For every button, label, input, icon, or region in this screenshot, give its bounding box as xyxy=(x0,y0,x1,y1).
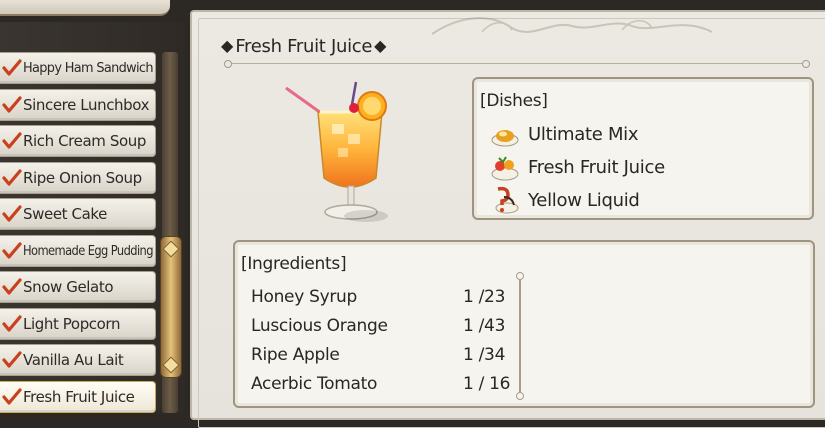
recipe-list-item[interactable]: Vanilla Au Lait xyxy=(0,344,156,376)
recipe-list-item-label: Vanilla Au Lait xyxy=(23,351,124,369)
ingredient-row: Honey Syrup 1 /23 xyxy=(251,287,511,313)
title-divider xyxy=(224,60,810,68)
recipe-list-item[interactable]: Sincere Lunchbox xyxy=(0,88,156,121)
ingredient-name: Honey Syrup xyxy=(251,287,357,307)
title-diamond-left-icon: ◆ xyxy=(221,38,234,55)
recipe-list-item[interactable]: Homemade Egg Pudding xyxy=(0,234,156,267)
recipe-list-item-label: Sincere Lunchbox xyxy=(23,95,150,114)
recipe-list-item[interactable]: Happy Ham Sandwich xyxy=(0,52,156,84)
recipe-list-scrollbar-thumb[interactable] xyxy=(160,236,182,378)
checkmark-icon xyxy=(2,278,22,295)
recipe-list-item[interactable]: Sweet Cake xyxy=(0,198,156,230)
top-banner xyxy=(0,0,170,16)
ingredient-row: Acerbic Tomato 1 / 16 xyxy=(251,374,511,400)
ingredient-name: Acerbic Tomato xyxy=(251,374,378,394)
recipe-title-text: Fresh Fruit Juice xyxy=(235,35,373,57)
golden-dish-icon xyxy=(491,130,519,147)
dishes-box: [Dishes] Ultimate Mix Fresh Fruit Juice … xyxy=(472,77,814,220)
checkmark-icon xyxy=(2,168,22,186)
ingredient-name: Ripe Apple xyxy=(251,345,340,365)
recipe-list-item[interactable]: Snow Gelato xyxy=(0,271,156,303)
recipe-list-item-label: Fresh Fruit Juice xyxy=(23,387,135,406)
ingredient-row: Ripe Apple 1 /34 xyxy=(251,345,511,371)
ingredient-count: 1 /43 xyxy=(463,316,506,336)
recipe-list-item[interactable]: Ripe Onion Soup xyxy=(0,161,156,194)
recipe-list-item-label: Light Popcorn xyxy=(23,314,121,333)
fruit-plate-icon xyxy=(491,156,519,181)
ingredients-heading: [Ingredients] xyxy=(241,254,347,274)
title-diamond-right-icon: ◆ xyxy=(374,38,387,55)
failed-dish-icon xyxy=(495,186,519,214)
recipe-list-item[interactable]: Rich Cream Soup xyxy=(0,125,156,157)
dish-label: Yellow Liquid xyxy=(528,189,640,211)
recipe-list-item-label: Homemade Egg Pudding xyxy=(23,242,154,259)
recipe-list-item[interactable]: Fresh Fruit Juice xyxy=(0,380,156,413)
ingredient-row: Luscious Orange 1 /43 xyxy=(251,316,511,342)
recipe-list-item[interactable]: Light Popcorn xyxy=(0,307,156,340)
dish-item[interactable]: Ultimate Mix xyxy=(490,119,639,149)
ingredients-box: [Ingredients] Honey Syrup 1 /23 Luscious… xyxy=(233,240,815,408)
checkmark-icon xyxy=(2,205,22,222)
checkmark-icon xyxy=(2,59,22,76)
checkmark-icon xyxy=(2,387,22,405)
dish-label: Ultimate Mix xyxy=(528,123,639,145)
ingredient-count: 1 /23 xyxy=(463,287,506,307)
dish-item[interactable]: Fresh Fruit Juice xyxy=(490,152,665,182)
ornament-swirl-icon xyxy=(431,17,713,35)
recipe-title: ◆ Fresh Fruit Juice ◆ xyxy=(221,33,386,59)
checkmark-icon xyxy=(2,314,22,332)
checkmark-icon xyxy=(2,95,22,113)
ingredients-scrollbar[interactable] xyxy=(516,272,524,400)
dish-label: Fresh Fruit Juice xyxy=(528,156,665,178)
recipe-list: Happy Ham Sandwich Sincere Lunchbox Rich C… xyxy=(0,52,160,417)
checkmark-icon xyxy=(2,132,22,149)
dishes-heading: [Dishes] xyxy=(480,91,548,111)
recipe-list-item-label: Rich Cream Soup xyxy=(23,132,146,150)
checkmark-icon xyxy=(2,241,22,259)
recipe-list-item-label: Snow Gelato xyxy=(23,278,114,296)
recipe-list-item-label: Sweet Cake xyxy=(23,205,107,223)
dish-item[interactable]: Yellow Liquid xyxy=(490,185,640,215)
recipe-list-item-label: Happy Ham Sandwich xyxy=(23,60,154,76)
ingredient-count: 1 /34 xyxy=(463,345,506,365)
fruit-juice-illustration-icon xyxy=(285,81,388,222)
checkmark-icon xyxy=(2,351,22,368)
recipe-list-item-label: Ripe Onion Soup xyxy=(23,168,142,187)
ingredient-name: Luscious Orange xyxy=(251,316,388,336)
ingredient-count: 1 / 16 xyxy=(463,374,511,394)
